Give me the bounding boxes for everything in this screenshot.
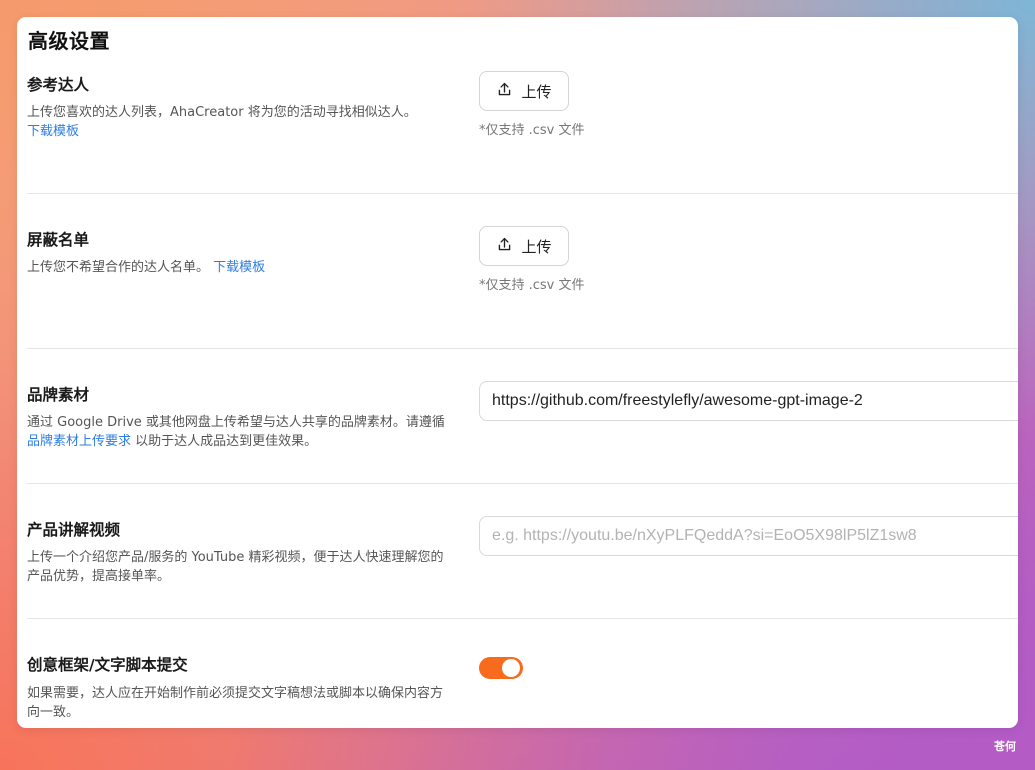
product-video-desc: 上传一个介绍您产品/服务的 YouTube 精彩视频，便于达人快速理解您的产品优… bbox=[27, 550, 444, 584]
reference-creators-section: 参考达人 上传您喜欢的达人列表，AhaCreator 将为您的活动寻找相似达人。… bbox=[27, 17, 1018, 194]
brand-assets-desc-suffix: 以助于达人成品达到更佳效果。 bbox=[135, 434, 318, 449]
watermark: 苍何 bbox=[994, 740, 1016, 753]
upload-label: 上传 bbox=[521, 82, 552, 101]
blocklist-desc-text: 上传您不希望合作的达人名单。 bbox=[27, 260, 210, 275]
creative-script-toggle[interactable] bbox=[479, 657, 523, 679]
download-template-link[interactable]: 下载模板 bbox=[213, 260, 265, 275]
brand-assets-desc-prefix: 通过 Google Drive 或其他网盘上传希望与达人共享的品牌素材。请遵循 bbox=[27, 415, 445, 430]
creative-script-title: 创意框架/文字脚本提交 bbox=[27, 656, 188, 674]
brand-assets-requirements-link[interactable]: 品牌素材上传要求 bbox=[27, 434, 131, 449]
brand-assets-desc: 通过 Google Drive 或其他网盘上传希望与达人共享的品牌素材。请遵循 … bbox=[27, 413, 452, 451]
download-template-link[interactable]: 下载模板 bbox=[27, 124, 79, 139]
brand-assets-url-input[interactable] bbox=[479, 381, 1018, 421]
product-video-section: 产品讲解视频 上传一个介绍您产品/服务的 YouTube 精彩视频，便于达人快速… bbox=[27, 484, 1018, 619]
upload-icon bbox=[496, 236, 513, 257]
blocklist-desc: 上传您不希望合作的达人名单。 下载模板 bbox=[27, 258, 452, 277]
brand-assets-section: 品牌素材 通过 Google Drive 或其他网盘上传希望与达人共享的品牌素材… bbox=[27, 349, 1018, 484]
blocklist-section: 屏蔽名单 上传您不希望合作的达人名单。 下载模板 上传 *仅支持 .csv 文件 bbox=[27, 194, 1018, 349]
reference-creators-desc: 上传您喜欢的达人列表，AhaCreator 将为您的活动寻找相似达人。 下载模板 bbox=[27, 103, 452, 141]
csv-hint: *仅支持 .csv 文件 bbox=[479, 123, 585, 138]
reference-creators-title: 参考达人 bbox=[27, 76, 90, 94]
product-video-url-input[interactable] bbox=[479, 516, 1018, 556]
upload-label: 上传 bbox=[521, 237, 552, 256]
advanced-settings-panel: 高级设置 参考达人 上传您喜欢的达人列表，AhaCreator 将为您的活动寻找… bbox=[17, 17, 1018, 728]
creative-script-desc: 如果需要，达人应在开始制作前必须提交文字稿想法或脚本以确保内容方向一致。 bbox=[27, 686, 444, 720]
creative-script-section: 创意框架/文字脚本提交 如果需要，达人应在开始制作前必须提交文字稿想法或脚本以确… bbox=[27, 619, 1018, 728]
product-video-title: 产品讲解视频 bbox=[27, 521, 121, 539]
csv-hint: *仅支持 .csv 文件 bbox=[479, 278, 585, 293]
toggle-knob bbox=[502, 659, 520, 677]
brand-assets-title: 品牌素材 bbox=[27, 386, 90, 404]
blocklist-title: 屏蔽名单 bbox=[27, 231, 90, 249]
reference-creators-upload-button[interactable]: 上传 bbox=[479, 71, 569, 111]
reference-creators-desc-text: 上传您喜欢的达人列表，AhaCreator 将为您的活动寻找相似达人。 bbox=[27, 105, 417, 120]
blocklist-upload-button[interactable]: 上传 bbox=[479, 226, 569, 266]
upload-icon bbox=[496, 81, 513, 102]
